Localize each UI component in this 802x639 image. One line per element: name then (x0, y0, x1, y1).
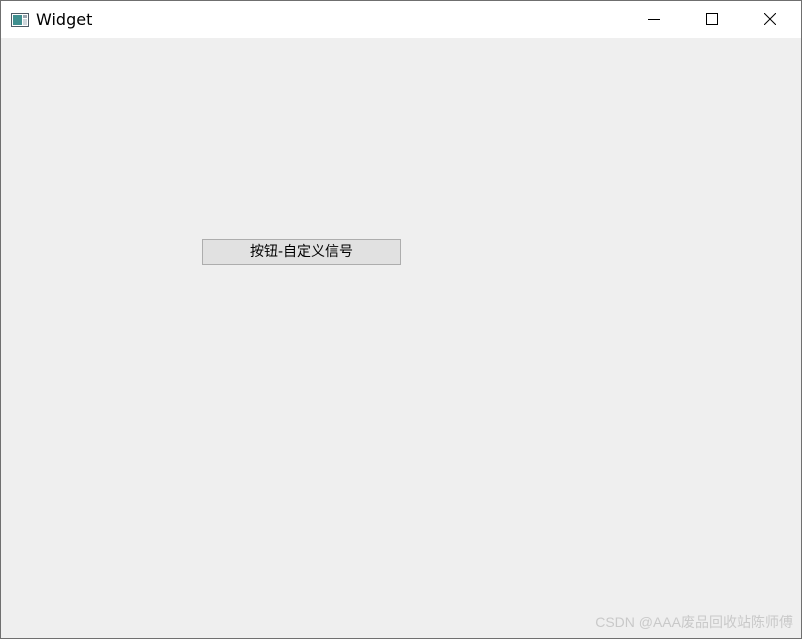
minimize-icon (648, 10, 660, 29)
close-icon (763, 10, 777, 29)
minimize-button[interactable] (631, 1, 677, 38)
close-button[interactable] (747, 1, 793, 38)
window-title: Widget (36, 10, 93, 29)
maximize-button[interactable] (689, 1, 735, 38)
client-area: 按钮-自定义信号 CSDN @AAA废品回收站陈师傅 (1, 38, 801, 638)
maximize-icon (706, 10, 718, 29)
csdn-watermark: CSDN @AAA废品回收站陈师傅 (595, 614, 793, 630)
title-bar[interactable]: Widget (1, 1, 801, 38)
custom-signal-button[interactable]: 按钮-自定义信号 (202, 239, 401, 265)
custom-signal-button-label: 按钮-自定义信号 (249, 244, 354, 260)
app-icon (11, 12, 29, 27)
app-window: Widget 按钮-自定义信号 CSDN @AAA废品回收站陈师傅 (0, 0, 802, 639)
